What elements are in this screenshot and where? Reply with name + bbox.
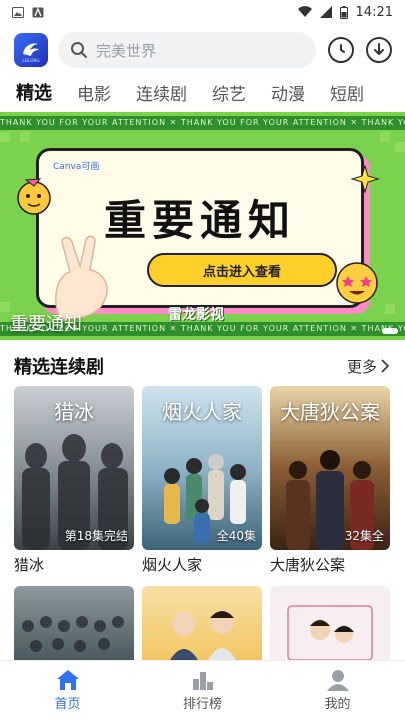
poster-figures [170, 610, 236, 660]
search-icon [71, 42, 87, 58]
poster-card-1[interactable]: 猎冰 第18集完结 猎冰 [14, 386, 134, 575]
banner-carousel[interactable]: THANK YOU FOR YOUR ATTENTION ✕ THANK YOU… [0, 112, 405, 340]
card-view-button[interactable]: 点击进入查看 [147, 253, 337, 287]
nav-profile-label: 我的 [324, 697, 351, 712]
tab-movies[interactable]: 电影 [77, 80, 111, 105]
status-notifications [12, 6, 44, 18]
episode-badge: 全40集 [216, 529, 256, 543]
section-title: 精选连续剧 [14, 357, 104, 378]
user-icon [326, 670, 349, 691]
top-header: LEILONG 完美世界 [0, 28, 405, 72]
poster-image: 猎冰 第18集完结 [14, 386, 134, 550]
poster-image: 烟火人家 全40集 [142, 386, 262, 550]
category-tabs: 精选 电影 连续剧 综艺 动漫 短剧 [0, 76, 405, 108]
status-system: 14:21 [297, 4, 393, 20]
clock-icon [340, 44, 345, 53]
poster-figures [22, 616, 124, 652]
poster-title: 大唐狄公案 [280, 400, 380, 424]
search-bar[interactable]: 完美世界 [58, 32, 316, 68]
sparkle-icon [350, 164, 380, 194]
more-label: 更多 [346, 357, 377, 376]
poster-figures [287, 605, 373, 660]
dragon-logo-icon: LEILONG [22, 43, 40, 63]
battery-icon [339, 5, 348, 19]
status-bar: 14:21 [0, 0, 405, 24]
tab-series[interactable]: 连续剧 [136, 80, 187, 105]
poster-card-2[interactable]: 烟火人家 全40集 烟火人家 [142, 386, 262, 575]
ranking-icon [192, 672, 213, 690]
section-header: 精选连续剧 更多 [0, 350, 405, 382]
nav-ranking[interactable]: 排行榜 [135, 661, 270, 720]
nav-home[interactable]: 首页 [0, 661, 135, 720]
app-logo[interactable]: LEILONG [14, 33, 48, 67]
episode-badge: 32集全 [344, 529, 384, 543]
tab-anime[interactable]: 动漫 [271, 80, 305, 105]
tab-featured[interactable]: 精选 [16, 79, 52, 105]
series-name: 大唐狄公案 [270, 556, 346, 574]
more-link[interactable]: 更多 [347, 356, 389, 377]
download-icon [374, 43, 384, 55]
poster-card-3[interactable]: 大唐狄公案 32集全 大唐狄公案 [270, 386, 390, 575]
series-name: 烟火人家 [142, 556, 203, 574]
status-time: 14:21 [355, 4, 393, 20]
search-placeholder: 完美世界 [96, 41, 157, 60]
star-eyes-emoji-icon [336, 262, 378, 304]
poster-image: 大唐狄公案 32集全 [270, 386, 390, 550]
wifi-icon [297, 6, 312, 18]
banner-caption: 重要通知 [10, 314, 82, 335]
poster-card-4[interactable] [14, 586, 134, 660]
poster-title: 猎冰 [54, 400, 94, 424]
tab-variety[interactable]: 综艺 [212, 80, 246, 105]
poster-card-6[interactable] [270, 586, 390, 660]
bottom-nav: 首页 排行榜 我的 [0, 660, 405, 720]
app-root: 14:21 LEILONG 完美世界 精选 电影 连续剧 综艺 动漫 短剧 TH… [0, 0, 405, 720]
episode-badge: 第18集完结 [64, 529, 128, 543]
svg-text:LEILONG: LEILONG [22, 58, 39, 63]
nav-ranking-label: 排行榜 [182, 697, 222, 712]
app-notification-icon [32, 6, 44, 17]
nav-profile[interactable]: 我的 [270, 661, 405, 720]
series-name: 猎冰 [14, 556, 45, 574]
home-icon [56, 670, 79, 690]
nav-home-label: 首页 [54, 697, 81, 712]
download-button[interactable] [366, 37, 392, 63]
chevron-right-icon [381, 359, 389, 373]
party-emoji-icon [17, 178, 51, 215]
tab-short-drama[interactable]: 短剧 [330, 80, 364, 105]
poster-card-5[interactable] [142, 586, 262, 660]
poster-title: 烟火人家 [162, 400, 242, 424]
banner-subtitle: 雷龙影视 [168, 307, 224, 323]
gallery-notification-icon [12, 6, 24, 18]
card-brand: Canva可画 [53, 162, 100, 172]
history-button[interactable] [328, 37, 354, 63]
carousel-indicator [382, 328, 398, 334]
signal-icon [319, 6, 332, 18]
